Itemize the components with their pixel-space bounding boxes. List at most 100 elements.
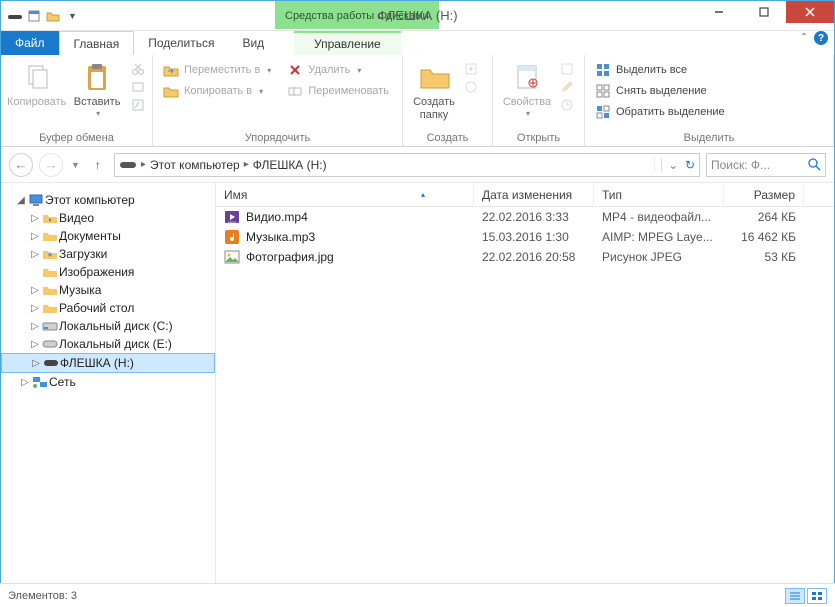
help-icon[interactable]: ? [814, 31, 828, 45]
file-date: 22.02.2016 20:58 [474, 250, 594, 264]
copy-to-icon [163, 83, 179, 99]
file-size: 53 КБ [724, 250, 804, 264]
tab-view[interactable]: Вид [228, 31, 278, 55]
qat-dropdown-icon[interactable]: ▼ [64, 11, 81, 21]
select-none-button[interactable]: Снять выделение [591, 82, 729, 100]
ribbon-tabs: Файл Главная Поделиться Вид Управление ˆ… [1, 31, 834, 55]
file-date: 22.02.2016 3:33 [474, 210, 594, 224]
navigation-bar: ← → ▼ ↑ ▸ Этот компьютер ▸ ФЛЕШКА (H:) ⌄… [1, 147, 834, 183]
cut-icon[interactable] [130, 61, 146, 77]
tree-this-pc[interactable]: ◢Этот компьютер [1, 191, 215, 209]
dropdown-icon[interactable]: ⌄ [661, 158, 678, 172]
tab-home[interactable]: Главная [59, 31, 135, 55]
tree-network[interactable]: ▷Сеть [1, 373, 215, 391]
delete-icon [287, 62, 303, 78]
refresh-icon[interactable]: ↻ [685, 158, 695, 172]
disk-icon [41, 339, 59, 349]
tree-disk-c[interactable]: ▷Локальный диск (C:) [1, 317, 215, 335]
tab-file[interactable]: Файл [1, 31, 59, 55]
chevron-right-icon[interactable]: ▸ [141, 159, 146, 170]
tree-pictures[interactable]: Изображения [1, 263, 215, 281]
address-bar[interactable]: ▸ Этот компьютер ▸ ФЛЕШКА (H:) ⌄ ↻ [114, 153, 700, 177]
close-button[interactable] [786, 1, 834, 23]
tree-downloads[interactable]: ▷Загрузки [1, 245, 215, 263]
file-row[interactable]: MP4Видио.mp422.02.2016 3:33MP4 - видеофа… [216, 207, 834, 227]
move-to-button[interactable]: Переместить в▾ [159, 61, 275, 79]
new-folder-icon [418, 61, 450, 93]
svg-text:+: + [468, 64, 473, 74]
tree-flash-h[interactable]: ▷ФЛЕШКА (H:) [1, 353, 215, 373]
navigation-tree[interactable]: ◢Этот компьютер ▷Видео ▷Документы ▷Загру… [1, 183, 216, 583]
tree-desktop[interactable]: ▷Рабочий стол [1, 299, 215, 317]
disk-icon [41, 320, 59, 332]
sort-indicator-icon: ▴ [421, 190, 425, 199]
file-date: 15.03.2016 1:30 [474, 230, 594, 244]
tree-documents[interactable]: ▷Документы [1, 227, 215, 245]
back-button[interactable]: ← [9, 153, 33, 177]
qat-properties-icon[interactable] [26, 8, 42, 24]
copy-path-icon[interactable] [130, 79, 146, 95]
view-details-button[interactable] [785, 588, 805, 604]
collapse-ribbon-icon[interactable]: ˆ [802, 31, 806, 45]
col-date[interactable]: Дата изменения [474, 183, 594, 206]
maximize-button[interactable] [741, 1, 786, 23]
group-select: Выделить все Снять выделение Обратить вы… [585, 55, 834, 146]
status-bar: Элементов: 3 [0, 583, 835, 607]
tree-videos[interactable]: ▷Видео [1, 209, 215, 227]
file-list[interactable]: Имя▴ Дата изменения Тип Размер MP4Видио.… [216, 183, 834, 583]
paste-shortcut-icon[interactable] [130, 97, 146, 113]
search-input[interactable]: Поиск: Ф... [706, 153, 826, 177]
select-none-icon [595, 83, 611, 99]
col-type[interactable]: Тип [594, 183, 724, 206]
breadcrumb-root[interactable]: Этот компьютер [150, 158, 240, 172]
col-name[interactable]: Имя▴ [216, 183, 474, 206]
title-bar: ▼ Средства работы с дисками ФЛЕШКА (H:) [1, 1, 834, 31]
file-type: MP4 - видеофайл... [594, 210, 724, 224]
tree-disk-e[interactable]: ▷Локальный диск (E:) [1, 335, 215, 353]
copy-icon [21, 61, 53, 93]
history-icon[interactable] [559, 97, 575, 113]
folder-music-icon [41, 284, 59, 296]
delete-button[interactable]: Удалить▾ [283, 61, 393, 79]
new-item-icon[interactable]: + [463, 61, 479, 77]
tab-manage[interactable]: Управление [294, 31, 401, 55]
view-icons-button[interactable] [807, 588, 827, 604]
copy-to-button[interactable]: Копировать в▾ [159, 82, 275, 100]
rename-button[interactable]: Переименовать [283, 82, 393, 100]
forward-button[interactable]: → [39, 153, 63, 177]
group-new: Создать папку + Создать [403, 55, 493, 146]
file-row[interactable]: Фотография.jpg22.02.2016 20:58Рисунок JP… [216, 247, 834, 267]
file-name: Музыка.mp3 [246, 230, 315, 244]
select-all-button[interactable]: Выделить все [591, 61, 729, 79]
history-dropdown-icon[interactable]: ▼ [69, 160, 82, 170]
chevron-right-icon[interactable]: ▸ [244, 159, 249, 170]
file-row[interactable]: Музыка.mp315.03.2016 1:30AIMP: MPEG Laye… [216, 227, 834, 247]
invert-selection-button[interactable]: Обратить выделение [591, 103, 729, 121]
paste-icon [81, 61, 113, 93]
breadcrumb-current[interactable]: ФЛЕШКА (H:) [253, 158, 327, 172]
file-size: 264 КБ [724, 210, 804, 224]
copy-button[interactable]: Копировать [7, 59, 66, 109]
search-placeholder: Поиск: Ф... [711, 158, 770, 172]
tab-share[interactable]: Поделиться [134, 31, 228, 55]
system-menu-icon[interactable] [7, 8, 23, 24]
video-file-icon: MP4 [224, 209, 240, 225]
svg-text:MP4: MP4 [228, 220, 237, 225]
easy-access-icon[interactable] [463, 79, 479, 95]
file-type: Рисунок JPEG [594, 250, 724, 264]
up-button[interactable]: ↑ [88, 155, 108, 175]
properties-button[interactable]: Свойства ▾ [499, 59, 555, 118]
tree-music[interactable]: ▷Музыка [1, 281, 215, 299]
new-folder-button[interactable]: Создать папку [409, 59, 459, 121]
folder-pictures-icon [41, 266, 59, 278]
open-icon[interactable] [559, 61, 575, 77]
col-size[interactable]: Размер [724, 183, 804, 206]
edit-icon[interactable] [559, 79, 575, 95]
paste-button[interactable]: Вставить ▾ [68, 59, 126, 118]
column-headers: Имя▴ Дата изменения Тип Размер [216, 183, 834, 207]
minimize-button[interactable] [696, 1, 741, 23]
qat-newfolder-icon[interactable] [45, 8, 61, 24]
move-to-icon [163, 62, 179, 78]
window-title: ФЛЕШКА (H:) [377, 8, 457, 23]
audio-file-icon [224, 229, 240, 245]
